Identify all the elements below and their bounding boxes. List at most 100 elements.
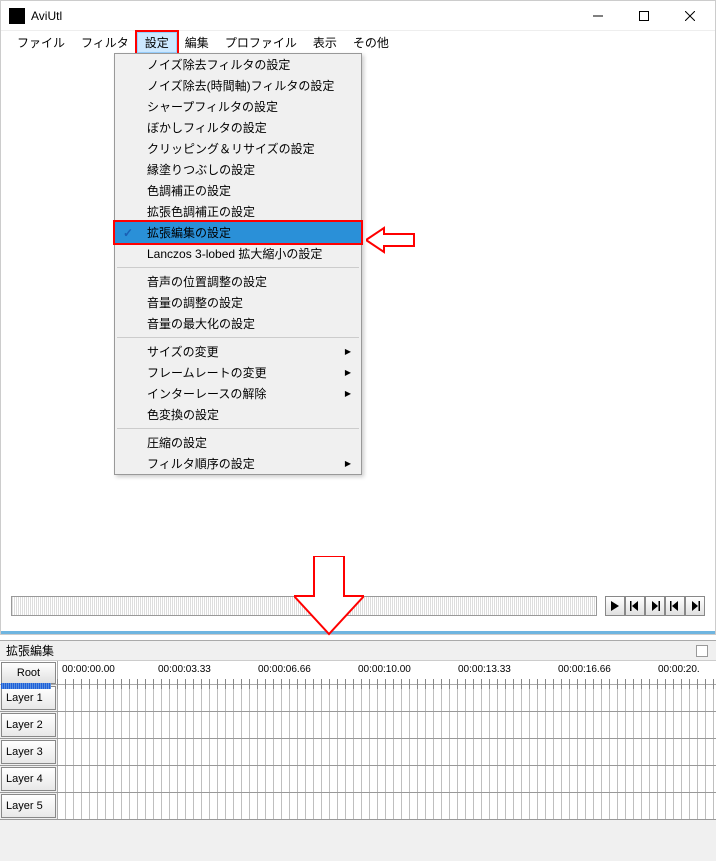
time-tick-label: 00:00:00.00 (62, 664, 115, 675)
dropdown-item[interactable]: 音量の最大化の設定 (115, 313, 361, 334)
timeline-titlebar: 拡張編集 (0, 641, 716, 661)
check-icon: ✓ (123, 226, 133, 240)
layer-row: Layer 5 (0, 793, 716, 820)
dropdown-item[interactable]: 縁塗りつぶしの設定 (115, 159, 361, 180)
timeline-title-text: 拡張編集 (6, 642, 54, 659)
timeline-window: 拡張編集 Root 00:00:00.00 00:00:03.33 00:00:06… (0, 640, 716, 861)
time-tick-label: 00:00:06.66 (258, 664, 311, 675)
menu-item[interactable]: 表示 (305, 32, 345, 53)
dropdown-item-label: シャープフィルタの設定 (147, 98, 278, 115)
submenu-arrow-icon: ▶ (345, 389, 351, 398)
dropdown-item[interactable]: ノイズ除去(時間軸)フィルタの設定 (115, 75, 361, 96)
window-title: AviUtl (31, 9, 575, 23)
timeline-maximize-button[interactable] (696, 645, 708, 657)
dropdown-item-label: ノイズ除去(時間軸)フィルタの設定 (147, 77, 334, 94)
timeline-ruler: Root 00:00:00.00 00:00:03.33 00:00:06.66 00… (0, 661, 716, 685)
submenu-arrow-icon: ▶ (345, 368, 351, 377)
dropdown-item-label: 色調補正の設定 (147, 182, 231, 199)
time-tick-label: 00:00:13.33 (458, 664, 511, 675)
dropdown-item[interactable]: 音声の位置調整の設定 (115, 271, 361, 292)
dropdown-item[interactable]: ✓ 拡張編集の設定 (115, 222, 361, 243)
transport-controls (605, 596, 705, 616)
dropdown-item[interactable]: 拡張色調補正の設定 (115, 201, 361, 222)
dropdown-item[interactable]: クリッピング＆リサイズの設定 (115, 138, 361, 159)
time-tick-label: 00:00:20. (658, 664, 700, 675)
layer-track[interactable] (57, 766, 716, 792)
dropdown-item-label: Lanczos 3-lobed 拡大縮小の設定 (147, 245, 322, 262)
layer-row: Layer 2 (0, 712, 716, 739)
layer-label[interactable]: Layer 2 (1, 713, 56, 737)
layer-label[interactable]: Layer 4 (1, 767, 56, 791)
dropdown-item[interactable]: 色変換の設定 (115, 404, 361, 425)
menu-item[interactable]: 編集 (177, 32, 217, 53)
submenu-arrow-icon: ▶ (345, 459, 351, 468)
dropdown-item[interactable]: フィルタ順序の設定 ▶ (115, 453, 361, 474)
dropdown-item[interactable]: 音量の調整の設定 (115, 292, 361, 313)
dropdown-item[interactable]: 色調補正の設定 (115, 180, 361, 201)
layer-label[interactable]: Layer 3 (1, 740, 56, 764)
play-button[interactable] (605, 596, 625, 616)
dropdown-item-label: 音声の位置調整の設定 (147, 273, 267, 290)
dropdown-item-label: 音量の最大化の設定 (147, 315, 255, 332)
dropdown-item[interactable]: 圧縮の設定 (115, 432, 361, 453)
dropdown-item-label: インターレースの解除 (147, 385, 266, 402)
dropdown-item[interactable]: インターレースの解除 ▶ (115, 383, 361, 404)
dropdown-separator (117, 428, 359, 429)
dropdown-item-label: 色変換の設定 (147, 406, 219, 423)
dropdown-item-label: 縁塗りつぶしの設定 (147, 161, 255, 178)
layer-label[interactable]: Layer 5 (1, 794, 56, 818)
dropdown-separator (117, 337, 359, 338)
go-start-button[interactable] (665, 596, 685, 616)
annotation-arrow-left (366, 226, 416, 254)
layer-row: Layer 1 (0, 685, 716, 712)
step-forward-button[interactable] (645, 596, 665, 616)
layer-track[interactable] (57, 739, 716, 765)
settings-dropdown: ノイズ除去フィルタの設定ノイズ除去(時間軸)フィルタの設定シャープフィルタの設定… (114, 53, 362, 475)
step-back-button[interactable] (625, 596, 645, 616)
menubar: ファイルフィルタ設定編集プロファイル表示その他 (1, 31, 715, 53)
close-button[interactable] (667, 2, 713, 30)
dropdown-item[interactable]: サイズの変更 ▶ (115, 341, 361, 362)
dropdown-item-label: サイズの変更 (147, 343, 219, 360)
submenu-arrow-icon: ▶ (345, 347, 351, 356)
dropdown-item[interactable]: シャープフィルタの設定 (115, 96, 361, 117)
maximize-button[interactable] (621, 2, 667, 30)
main-window: AviUtl ファイルフィルタ設定編集プロファイル表示その他 ノイズ除去フィルタ… (0, 0, 716, 635)
dropdown-item[interactable]: フレームレートの変更 ▶ (115, 362, 361, 383)
dropdown-item-label: 音量の調整の設定 (147, 294, 243, 311)
time-tick-label: 00:00:10.00 (358, 664, 411, 675)
go-end-button[interactable] (685, 596, 705, 616)
layer-row: Layer 3 (0, 739, 716, 766)
dropdown-item-label: ぼかしフィルタの設定 (147, 119, 267, 136)
dropdown-item-label: フレームレートの変更 (147, 364, 267, 381)
time-tick-label: 00:00:03.33 (158, 664, 211, 675)
dropdown-item-label: 圧縮の設定 (147, 434, 207, 451)
dropdown-item[interactable]: Lanczos 3-lobed 拡大縮小の設定 (115, 243, 361, 264)
menu-item[interactable]: 設定 (137, 32, 177, 53)
dropdown-separator (117, 267, 359, 268)
root-button[interactable]: Root (1, 662, 56, 684)
menu-item[interactable]: プロファイル (217, 32, 305, 53)
dropdown-item[interactable]: ノイズ除去フィルタの設定 (115, 54, 361, 75)
app-icon (9, 8, 25, 24)
time-tick-label: 00:00:16.66 (558, 664, 611, 675)
layer-row: Layer 4 (0, 766, 716, 793)
dropdown-item-label: 拡張色調補正の設定 (147, 203, 255, 220)
dropdown-item-label: クリッピング＆リサイズの設定 (147, 140, 315, 157)
menu-item[interactable]: ファイル (9, 32, 73, 53)
dropdown-item-label: 拡張編集の設定 (147, 224, 231, 241)
menu-item[interactable]: フィルタ (73, 32, 137, 53)
layer-track[interactable] (57, 793, 716, 819)
ruler-ticks (57, 679, 716, 689)
layer-label[interactable]: Layer 1 (1, 686, 56, 710)
menu-item[interactable]: その他 (345, 32, 397, 53)
minimize-button[interactable] (575, 2, 621, 30)
titlebar: AviUtl (1, 1, 715, 31)
audio-waveform-icon (1, 683, 51, 689)
layer-list: Layer 1 Layer 2 Layer 3 Layer 4 Layer 5 (0, 685, 716, 820)
dropdown-item-label: ノイズ除去フィルタの設定 (147, 56, 290, 73)
dropdown-item-label: フィルタ順序の設定 (147, 455, 255, 472)
dropdown-item[interactable]: ぼかしフィルタの設定 (115, 117, 361, 138)
layer-track[interactable] (57, 712, 716, 738)
annotation-arrow-down (294, 556, 364, 636)
